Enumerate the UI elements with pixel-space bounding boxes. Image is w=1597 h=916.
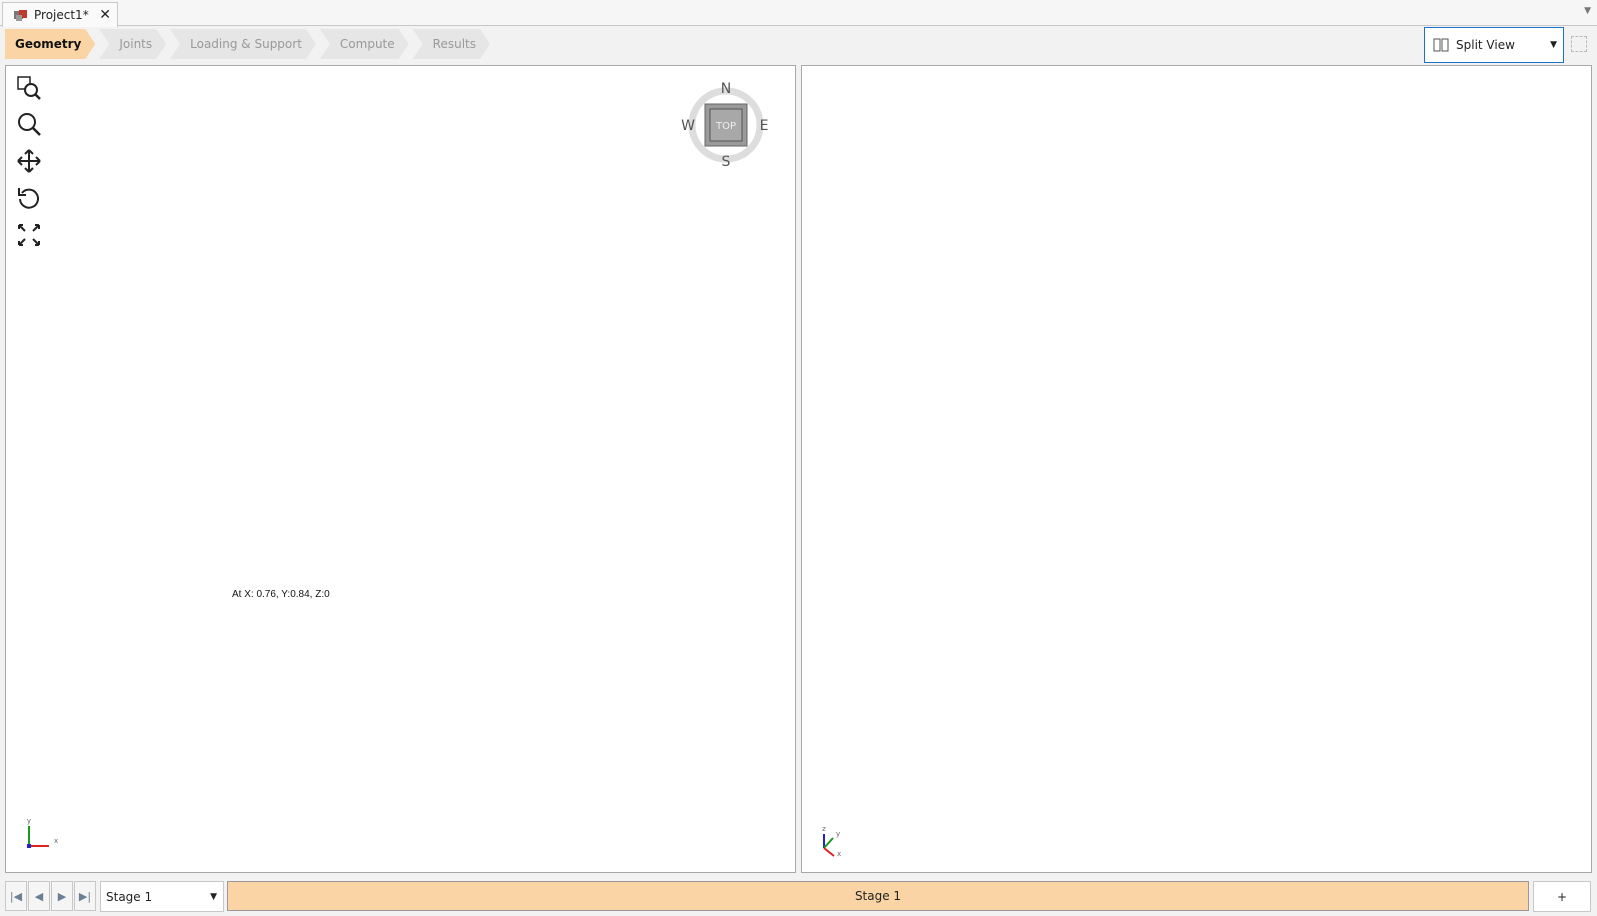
axis-triad-icon: y x: [27, 818, 58, 848]
layout-options-icon[interactable]: [1571, 36, 1587, 52]
first-stage-button[interactable]: |◀: [5, 881, 27, 911]
zoom-window-icon[interactable]: [15, 74, 43, 102]
cursor-coordinates: At X: 0.76, Y:0.84, Z:0: [232, 589, 330, 600]
workflow-step-compute[interactable]: Compute: [320, 29, 409, 59]
last-stage-button[interactable]: ▶|: [74, 881, 96, 911]
view-cube-face-top[interactable]: TOP: [715, 121, 736, 132]
workflow-step-loading-support[interactable]: Loading & Support: [170, 29, 316, 59]
compass-north: N: [721, 81, 731, 97]
zoom-extents-icon[interactable]: [15, 221, 43, 249]
axis-label-z: z: [822, 826, 826, 833]
stage-tab[interactable]: Stage 1: [227, 881, 1529, 911]
compass-west: W: [681, 118, 695, 134]
view-cube-compass[interactable]: TOP N S E W: [678, 78, 768, 168]
workflow-step-results[interactable]: Results: [413, 29, 490, 59]
document-tab[interactable]: Project1* ✕: [2, 2, 118, 27]
view-mode-select[interactable]: Split View ▼: [1424, 27, 1564, 63]
axis-triad-3d-icon: z y x: [822, 826, 841, 858]
chevron-down-icon: ▼: [1550, 40, 1557, 50]
compass-east: E: [760, 118, 768, 134]
compass-south: S: [722, 154, 731, 168]
next-stage-button[interactable]: ▶: [51, 881, 73, 911]
pan-icon[interactable]: [15, 147, 43, 175]
previous-stage-button[interactable]: ◀: [28, 881, 50, 911]
split-view-icon: [1433, 38, 1449, 52]
stage-select-value: Stage 1: [106, 889, 153, 904]
chevron-down-icon: ▼: [210, 891, 217, 902]
project-icon: [14, 10, 27, 21]
view-mode-value: Split View: [1456, 38, 1515, 52]
document-tab-bar: Project1* ✕ ▼: [0, 0, 1597, 27]
close-icon[interactable]: ✕: [99, 7, 111, 23]
rotate-icon[interactable]: [15, 184, 43, 212]
stage-select[interactable]: Stage 1 ▼: [100, 881, 224, 912]
zoom-icon[interactable]: [15, 110, 43, 138]
viewport-3d[interactable]: z y x: [801, 65, 1592, 873]
axis-label-x: x: [54, 837, 58, 845]
axis-label-y: y: [836, 830, 840, 838]
add-stage-button[interactable]: +: [1533, 881, 1591, 912]
stage-bar-area: |◀ ◀ ▶ ▶| Stage 1 ▼ Stage 1 +: [0, 876, 1597, 916]
workflow-step-joints[interactable]: Joints: [99, 29, 166, 59]
viewport-2d[interactable]: TOP N S E W At X: 0.76, Y:0.84, Z:0 y x: [5, 65, 796, 873]
workflow-step-geometry[interactable]: Geometry: [5, 29, 95, 59]
tab-menu-dropdown-icon[interactable]: ▼: [1584, 6, 1591, 16]
workflow-breadcrumb: Geometry Joints Loading & Support Comput…: [5, 29, 494, 60]
tab-title: Project1*: [34, 8, 89, 22]
axis-label-x: x: [837, 850, 841, 858]
axis-label-y: y: [27, 818, 31, 825]
